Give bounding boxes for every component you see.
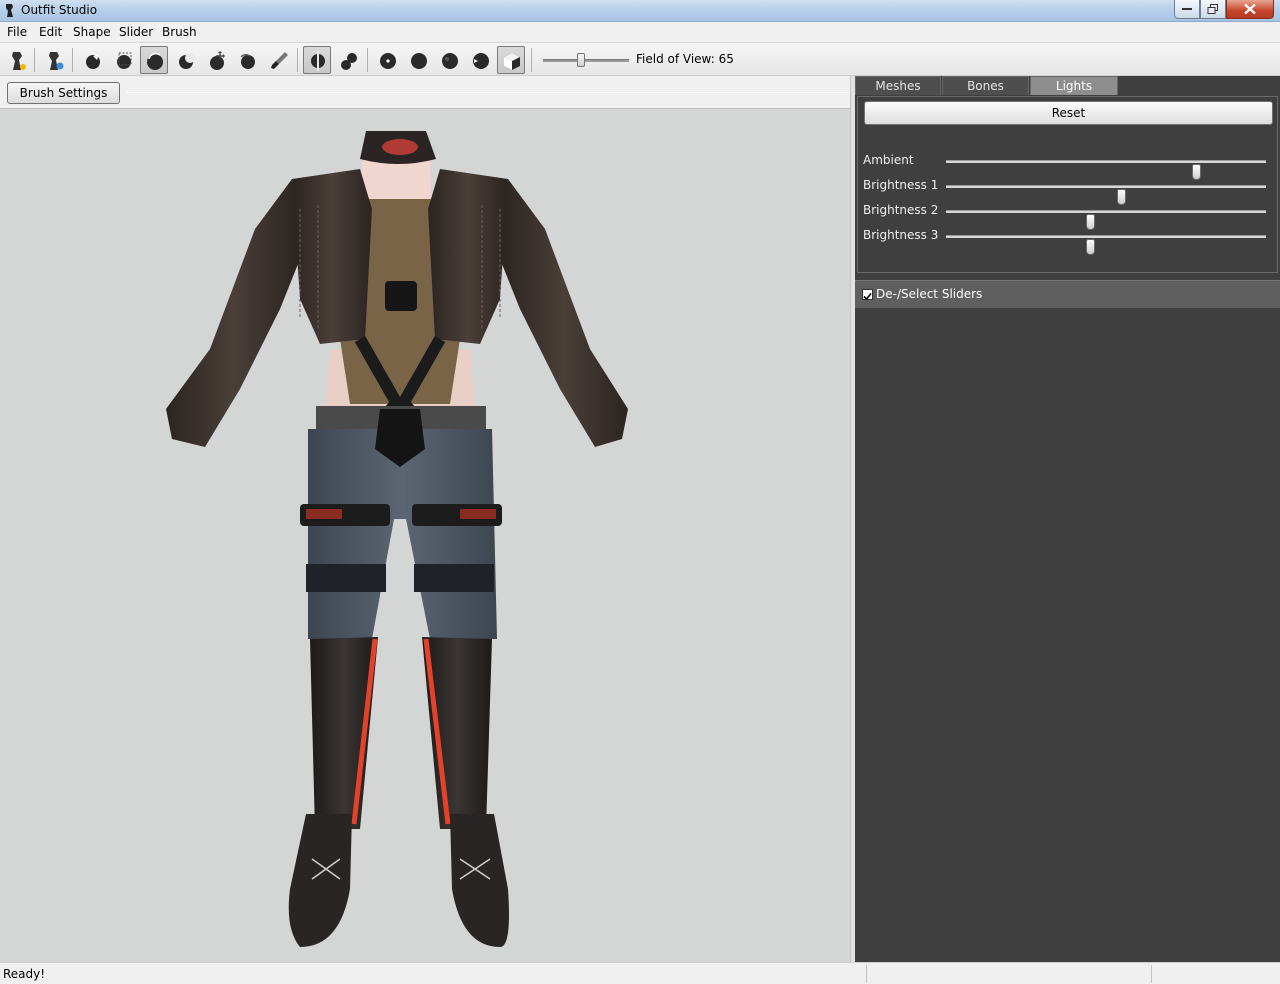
close-button[interactable]: [1226, 0, 1274, 19]
lighting-view-button[interactable]: [466, 46, 494, 74]
status-bar: Ready!: [0, 962, 1280, 984]
brush-settings-bar: Brush Settings >>: [0, 77, 852, 120]
checkmark-icon: [863, 292, 872, 301]
mirror-icon: [311, 51, 325, 71]
move-brush-button[interactable]: [202, 46, 230, 74]
ambient-label: Ambient: [863, 153, 914, 167]
mask-brush-button[interactable]: [109, 46, 137, 74]
toolbar-separator: [72, 48, 73, 72]
3d-viewport[interactable]: [0, 108, 850, 962]
field-of-view-slider[interactable]: [543, 53, 629, 67]
outfit-model: [166, 131, 628, 947]
toolbar-separator: [34, 48, 35, 72]
smooth-brush-icon: [240, 54, 255, 69]
tab-lights[interactable]: Lights: [1030, 76, 1118, 95]
menu-file[interactable]: File: [7, 25, 27, 39]
sliders-header: De-/Select Sliders: [855, 280, 1280, 308]
connected-spheres-icon: [341, 53, 357, 70]
deflate-brush-icon: [179, 53, 195, 69]
texture-view-button[interactable]: [497, 46, 525, 74]
toolbar-separator: [297, 48, 298, 72]
restore-icon: [1207, 4, 1218, 14]
fov-slider-thumb[interactable]: [577, 53, 585, 67]
brush-settings-button[interactable]: Brush Settings >>: [7, 82, 120, 120]
inflate-brush-icon: [147, 52, 163, 70]
menu-slider[interactable]: Slider: [119, 25, 153, 39]
brightness-1-slider[interactable]: [946, 185, 1266, 205]
sphere-light-icon: [473, 53, 489, 69]
brightness-2-row: Brightness 2: [863, 200, 1275, 230]
brightness-3-slider[interactable]: [946, 235, 1266, 255]
app-icon: [6, 4, 13, 17]
status-separator: [866, 965, 867, 983]
move-arrows-icon: [210, 51, 225, 70]
menu-brush[interactable]: Brush: [162, 25, 197, 39]
sphere-icon: [411, 53, 427, 69]
new-project-button[interactable]: [3, 46, 31, 74]
ambient-slider[interactable]: [946, 160, 1266, 180]
inflate-brush-button[interactable]: [140, 46, 168, 74]
mask-brush-icon: [117, 52, 132, 69]
ambient-row: Ambient: [863, 150, 1275, 180]
weight-paint-button[interactable]: [264, 46, 292, 74]
brightness-2-slider[interactable]: [946, 210, 1266, 230]
select-cursor-icon: [86, 54, 100, 69]
menu-edit[interactable]: Edit: [39, 25, 62, 39]
panel-tabs: Meshes Bones Lights: [855, 76, 1280, 95]
reference-icon: [49, 52, 64, 70]
mirror-toggle-button[interactable]: [303, 46, 331, 74]
solid-view-button[interactable]: [404, 46, 432, 74]
brightness-2-label: Brightness 2: [863, 203, 939, 217]
menu-bar: File Edit Shape Slider Brush: [0, 22, 1280, 42]
wireframe-view-button[interactable]: [435, 46, 463, 74]
title-bar: Outfit Studio: [0, 0, 1280, 22]
fov-slider-track: [543, 59, 629, 62]
new-project-icon: [12, 52, 26, 70]
toolbar: Field of View: 65: [0, 42, 1280, 76]
connected-toggle-button[interactable]: [334, 46, 362, 74]
toolbar-separator: [531, 48, 532, 72]
brightness-1-label: Brightness 1: [863, 178, 939, 192]
close-icon: [1244, 3, 1256, 15]
minimize-button[interactable]: [1174, 0, 1200, 19]
lights-panel: Reset Ambient Brightness 1 Brightness 2 …: [857, 96, 1278, 273]
window-title: Outfit Studio: [21, 3, 98, 17]
brightness-1-row: Brightness 1: [863, 175, 1275, 205]
field-of-view-label: Field of View: 65: [636, 52, 734, 66]
select-sliders-label: De-/Select Sliders: [876, 287, 983, 301]
right-panel: Meshes Bones Lights Reset Ambient Bright…: [855, 76, 1280, 962]
toolbar-separator: [367, 48, 368, 72]
brightness-3-row: Brightness 3: [863, 225, 1275, 255]
menu-shape[interactable]: Shape: [73, 25, 111, 39]
sphere-shaded-icon: [442, 53, 458, 69]
status-separator: [1151, 965, 1152, 983]
brush-settings-divider: [126, 92, 848, 93]
brightness-3-label: Brightness 3: [863, 228, 939, 242]
deflate-brush-button[interactable]: [171, 46, 199, 74]
smooth-brush-button[interactable]: [233, 46, 261, 74]
select-sliders-checkbox[interactable]: [862, 289, 873, 301]
status-text: Ready!: [3, 967, 46, 981]
tab-meshes[interactable]: Meshes: [855, 76, 941, 95]
brightness-3-slider-thumb[interactable]: [1086, 239, 1095, 255]
cube-icon: [504, 53, 520, 70]
vertex-view-button[interactable]: [373, 46, 401, 74]
sphere-dot-icon: [380, 53, 396, 69]
paintbrush-icon: [271, 52, 288, 69]
restore-button[interactable]: [1200, 0, 1226, 19]
reset-lights-button[interactable]: Reset: [864, 101, 1273, 125]
select-tool-button[interactable]: [78, 46, 106, 74]
load-reference-button[interactable]: [40, 46, 68, 74]
tab-bones[interactable]: Bones: [942, 76, 1029, 95]
minimize-icon: [1182, 8, 1192, 10]
